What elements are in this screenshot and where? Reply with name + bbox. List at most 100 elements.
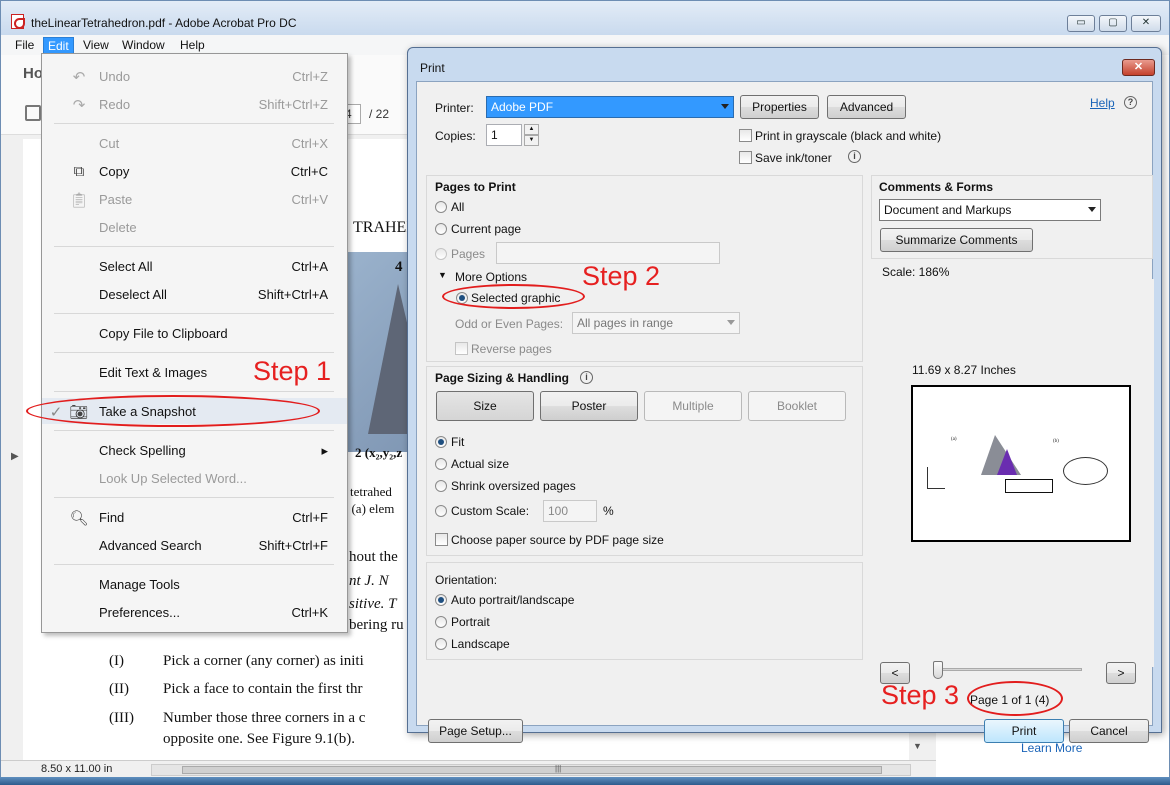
menu-item-copy-file[interactable]: Copy File to Clipboard (42, 320, 347, 346)
list-num-2: (II) (109, 681, 129, 697)
booklet-button[interactable]: Booklet (748, 391, 846, 421)
menu-item-advanced-search[interactable]: Advanced Search Shift+Ctrl+F (42, 532, 347, 558)
scrollbar-thumb[interactable]: ||| (182, 764, 882, 774)
minimize-button[interactable]: ▭ (1067, 15, 1095, 32)
preview-tetrahedron-shaded (997, 449, 1017, 475)
redo-icon: ↷ (72, 97, 86, 114)
scroll-down-icon[interactable]: ▼ (913, 741, 922, 751)
grayscale-label: Print in grayscale (black and white) (755, 129, 942, 143)
menu-item-undo[interactable]: ↶ Undo Ctrl+Z (42, 63, 347, 89)
menu-item-redo[interactable]: ↷ Redo Shift+Ctrl+Z (42, 91, 347, 117)
menu-item-look-up[interactable]: Look Up Selected Word... (42, 465, 347, 491)
menu-separator (54, 430, 334, 431)
menu-edit[interactable]: Edit (43, 37, 74, 54)
menu-file[interactable]: File (11, 37, 38, 54)
paper-source-checkbox[interactable] (435, 533, 448, 546)
comments-forms-select[interactable]: Document and Markups (879, 199, 1101, 221)
cancel-button[interactable]: Cancel (1069, 719, 1149, 743)
menu-item-paste[interactable]: 📋︎ Paste Ctrl+V (42, 186, 347, 212)
maximize-button[interactable]: ▢ (1099, 15, 1127, 32)
page-setup-button[interactable]: Page Setup... (428, 719, 523, 743)
preview-area: 11.69 x 8.27 Inches (a) (b) (873, 279, 1154, 667)
info-icon[interactable]: i (580, 371, 593, 384)
help-icon[interactable]: ? (1124, 96, 1137, 109)
preview-slider-thumb[interactable] (933, 661, 943, 679)
size-button[interactable]: Size (436, 391, 534, 421)
advanced-button[interactable]: Advanced (827, 95, 906, 119)
page-size-label: 8.50 x 11.00 in (41, 763, 113, 775)
multiple-button[interactable]: Multiple (644, 391, 742, 421)
page-total: / 22 (369, 107, 390, 121)
save-ink-checkbox[interactable] (739, 151, 752, 164)
radio-landscape[interactable] (435, 638, 447, 650)
radio-custom-scale[interactable] (435, 505, 447, 517)
landscape-label: Landscape (451, 637, 510, 651)
printer-value: Adobe PDF (491, 100, 554, 114)
preview-next-button[interactable]: > (1106, 662, 1136, 684)
reverse-pages-checkbox[interactable] (455, 342, 468, 355)
menu-item-select-all[interactable]: Select All Ctrl+A (42, 253, 347, 279)
preview-label-a: (a) (951, 437, 957, 442)
learn-more-link[interactable]: Learn More (1021, 741, 1082, 755)
tab-home[interactable]: Ho (23, 65, 43, 82)
menu-item-label: Copy (99, 164, 130, 179)
radio-fit[interactable] (435, 436, 447, 448)
odd-even-select[interactable]: All pages in range (572, 312, 740, 334)
custom-scale-input[interactable]: 100 (543, 500, 597, 522)
copies-label: Copies: (435, 129, 476, 143)
menu-item-cut[interactable]: Cut Ctrl+X (42, 130, 347, 156)
caption-line-2: t: (a) elem (341, 501, 395, 516)
menu-item-delete[interactable]: Delete (42, 214, 347, 240)
menu-item-find[interactable]: 🔍︎ Find Ctrl+F (42, 504, 347, 530)
menu-item-check-spelling[interactable]: Check Spelling ▸ (42, 437, 347, 463)
help-link[interactable]: Help (1090, 96, 1115, 110)
print-dialog: Print ✕ Printer: Adobe PDF Properties Ad… (407, 47, 1162, 743)
properties-button[interactable]: Properties (740, 95, 819, 119)
summarize-comments-button[interactable]: Summarize Comments (880, 228, 1033, 252)
spin-up-icon[interactable]: ▲ (524, 124, 539, 135)
radio-shrink-oversized[interactable] (435, 480, 447, 492)
horizontal-scrollbar[interactable]: ||| (151, 764, 911, 776)
list-text-3: Number those three corners in a c (163, 710, 366, 726)
edit-menu-dropdown: ↶ Undo Ctrl+Z ↷ Redo Shift+Ctrl+Z Cut Ct… (41, 53, 348, 633)
menu-item-manage-tools[interactable]: Manage Tools (42, 571, 347, 597)
print-button[interactable]: Print (984, 719, 1064, 743)
title-bar: theLinearTetrahedron.pdf - Adobe Acrobat… (1, 1, 1169, 35)
menu-item-shortcut: Ctrl+X (291, 136, 328, 151)
radio-all[interactable] (435, 201, 447, 213)
menu-item-deselect-all[interactable]: Deselect All Shift+Ctrl+A (42, 281, 347, 307)
menu-item-copy[interactable]: ⧉ Copy Ctrl+C (42, 158, 347, 184)
preview-diagram-b (1063, 457, 1108, 485)
menu-item-label: Paste (99, 192, 133, 207)
radio-pages[interactable] (435, 248, 447, 260)
radio-actual-size[interactable] (435, 458, 447, 470)
radio-auto-orientation[interactable] (435, 594, 447, 606)
menu-window[interactable]: Window (118, 37, 169, 54)
menu-item-shortcut: Ctrl+K (291, 605, 328, 620)
pages-to-print-title: Pages to Print (435, 180, 516, 194)
menu-view[interactable]: View (79, 37, 113, 54)
step1-highlight-ring (26, 395, 320, 427)
radio-portrait[interactable] (435, 616, 447, 628)
save-icon[interactable] (25, 105, 41, 121)
fit-label: Fit (451, 435, 465, 449)
poster-button[interactable]: Poster (540, 391, 638, 421)
grayscale-checkbox[interactable] (739, 129, 752, 142)
more-options-label[interactable]: More Options (455, 270, 527, 284)
spin-down-icon[interactable]: ▼ (524, 135, 539, 146)
printer-select[interactable]: Adobe PDF (486, 96, 734, 118)
dialog-close-button[interactable]: ✕ (1122, 59, 1155, 76)
radio-current-page[interactable] (435, 223, 447, 235)
menu-item-label: Undo (99, 69, 131, 84)
comments-forms-title: Comments & Forms (879, 180, 994, 194)
collapse-arrow-icon[interactable]: ▼ (438, 270, 447, 280)
copies-input[interactable]: 1 (486, 124, 522, 146)
undo-icon: ↶ (72, 69, 86, 86)
close-window-button[interactable]: ✕ (1131, 15, 1161, 32)
expand-panel-icon[interactable]: ▶ (11, 451, 19, 462)
menu-item-preferences[interactable]: Preferences... Ctrl+K (42, 599, 347, 625)
menu-item-shortcut: Shift+Ctrl+A (257, 287, 328, 302)
menu-help[interactable]: Help (176, 37, 209, 54)
preview-slider-track[interactable] (937, 668, 1082, 671)
info-icon[interactable]: i (848, 150, 861, 163)
